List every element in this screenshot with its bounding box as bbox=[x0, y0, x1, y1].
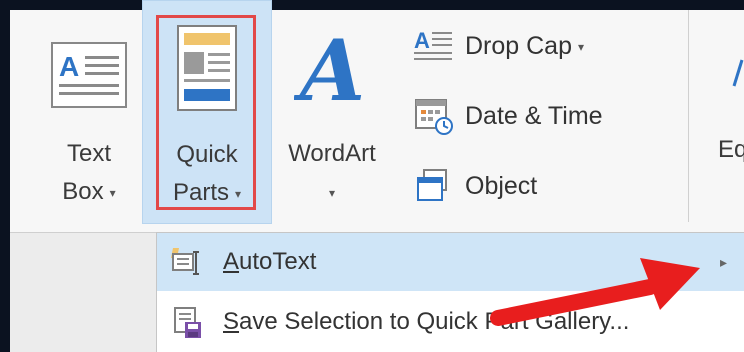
mnemonic-s: S bbox=[223, 308, 240, 335]
ribbon-lower-area bbox=[10, 232, 156, 352]
save-selection-icon bbox=[167, 302, 207, 342]
chevron-right-icon: ▸ bbox=[719, 253, 727, 270]
text-box-button[interactable]: A Text Box ▾ bbox=[34, 0, 144, 222]
date-time-button[interactable]: Date & Time bbox=[413, 94, 703, 138]
chevron-down-icon: ▾ bbox=[109, 185, 116, 200]
quick-parts-button[interactable]: Quick Parts ▾ bbox=[142, 0, 272, 224]
wordart-label: WordArt bbox=[288, 140, 376, 167]
object-label: Object bbox=[465, 171, 538, 200]
highlight-outline bbox=[156, 15, 256, 210]
chevron-down-icon: ▾ bbox=[328, 185, 336, 200]
save-rest: ave Selection to Quick Part Gallery... bbox=[239, 308, 630, 335]
drop-cap-button[interactable]: A Drop Cap ▾ bbox=[413, 24, 703, 68]
autotext-rest: utoText bbox=[239, 248, 317, 275]
autotext-icon bbox=[167, 242, 207, 282]
chevron-down-icon: ▾ bbox=[578, 39, 585, 54]
quick-parts-menu: AutoText ▸ Save Selection to Quick Part … bbox=[156, 232, 744, 352]
menu-item-save-selection[interactable]: Save Selection to Quick Part Gallery... bbox=[157, 293, 744, 351]
menu-item-save-label: Save Selection to Quick Part Gallery... bbox=[223, 308, 629, 336]
mnemonic-a: A bbox=[223, 248, 240, 275]
date-time-label: Date & Time bbox=[465, 101, 603, 130]
svg-text:A: A bbox=[414, 28, 430, 53]
screenshot-frame: A Text Box ▾ Quick Parts ▾ A WordArt ▾ A… bbox=[0, 0, 744, 352]
text-box-label: Box bbox=[62, 178, 104, 205]
wordart-button[interactable]: A WordArt ▾ bbox=[272, 0, 392, 222]
drop-cap-text: Drop Cap bbox=[465, 31, 572, 60]
wordart-icon: A bbox=[293, 21, 374, 120]
object-icon bbox=[413, 166, 455, 206]
svg-text:A: A bbox=[59, 51, 79, 82]
equation-button-label[interactable]: Eq bbox=[718, 136, 744, 164]
text-box-label-line1: Text bbox=[66, 140, 111, 167]
text-box-icon: A bbox=[51, 42, 127, 108]
object-button[interactable]: Object bbox=[413, 164, 703, 208]
equation-partial-icon bbox=[730, 54, 744, 94]
wordart-caret-row: ▾ bbox=[272, 174, 392, 211]
ribbon-separator bbox=[688, 10, 689, 222]
menu-item-autotext-label: AutoText bbox=[223, 248, 316, 276]
menu-item-autotext[interactable]: AutoText ▸ bbox=[157, 233, 744, 291]
text-box-label-line2: Box ▾ bbox=[34, 174, 144, 211]
calendar-clock-icon bbox=[413, 96, 455, 136]
drop-cap-label: Drop Cap ▾ bbox=[465, 32, 584, 61]
drop-cap-icon: A bbox=[413, 26, 455, 66]
svg-text:A: A bbox=[294, 22, 365, 112]
